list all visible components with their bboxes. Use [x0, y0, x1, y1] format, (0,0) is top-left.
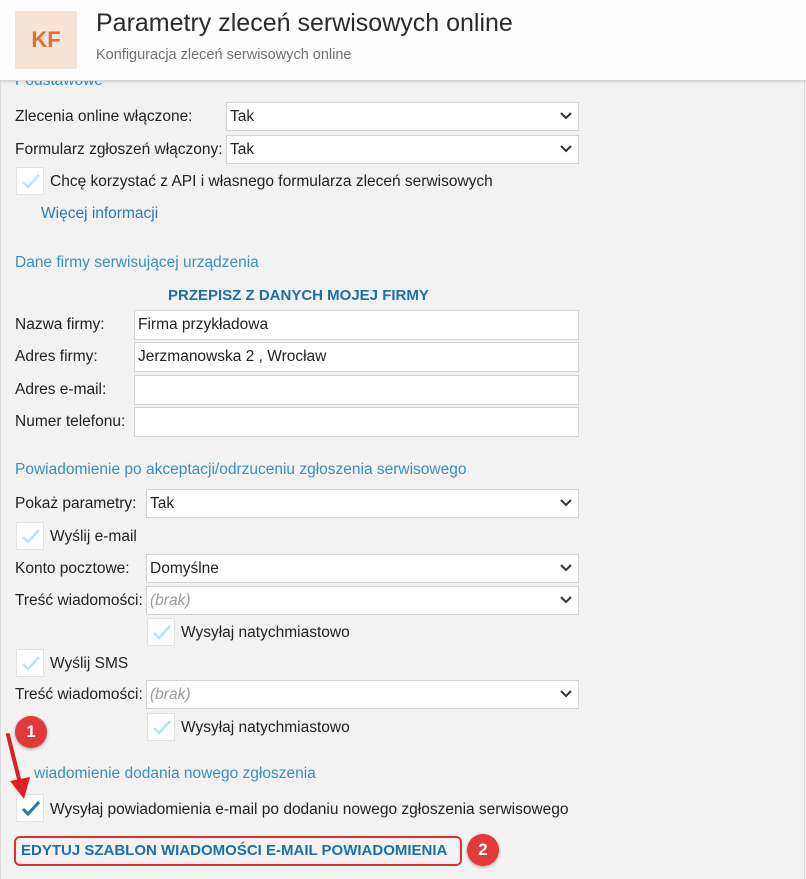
chevron-down-icon: [560, 690, 572, 698]
company-name-label: Nazwa firmy:: [15, 316, 105, 333]
form-enabled-label: Formularz zgłoszeń włączony:: [15, 141, 223, 158]
page-title: Parametry zleceń serwisowych online: [96, 9, 513, 37]
mail-account-label: Konto pocztowe:: [15, 560, 130, 577]
checkmark-icon: [22, 174, 40, 189]
chevron-down-icon: [560, 145, 572, 153]
email-content-value: (brak): [150, 592, 191, 609]
section-title-company: Dane firmy serwisującej urządzenia: [15, 254, 259, 271]
api-checkbox[interactable]: [16, 167, 44, 195]
company-phone-label: Numer telefonu:: [15, 413, 126, 430]
form-enabled-select[interactable]: Tak: [226, 135, 579, 164]
app-logo: KF: [15, 11, 77, 69]
sms-content-label: Treść wiadomości:: [15, 686, 143, 703]
annotation-arrow-icon: [6, 733, 30, 799]
right-border: [804, 0, 805, 879]
page-header: KF Parametry zleceń serwisowych online K…: [0, 0, 806, 81]
send-sms-checkbox[interactable]: [16, 649, 44, 677]
email-content-label: Treść wiadomości:: [15, 592, 143, 609]
chevron-down-icon: [560, 499, 572, 507]
api-checkbox-label: Chcę korzystać z API i własnego formular…: [50, 173, 493, 190]
checkmark-icon: [153, 625, 171, 640]
more-info-link[interactable]: Więcej informacji: [41, 205, 158, 223]
sms-send-now-label: Wysyłaj natychmiastowo: [181, 719, 350, 736]
edit-email-template-button[interactable]: EDYTUJ SZABLON WIADOMOŚCI E-MAIL POWIADO…: [21, 842, 447, 859]
section-title-acceptance: Powiadomienie po akceptacji/odrzuceniu z…: [15, 461, 467, 478]
show-params-label: Pokaż parametry:: [15, 495, 137, 512]
page-subtitle: Konfiguracja zleceń serwisowych online: [96, 47, 352, 63]
company-name-field[interactable]: Firma przykładowa: [134, 310, 579, 340]
notify-new-order-label: Wysyłaj powiadomienia e-mail po dodaniu …: [50, 801, 569, 818]
mail-account-value: Domyślne: [150, 560, 219, 577]
send-email-checkbox[interactable]: [16, 522, 44, 550]
checkmark-icon: [22, 529, 40, 544]
show-params-value: Tak: [150, 495, 175, 512]
checkmark-icon: [22, 656, 40, 671]
sms-content-value: (brak): [150, 686, 191, 703]
mail-account-select[interactable]: Domyślne: [146, 554, 579, 583]
sms-content-select[interactable]: (brak): [146, 680, 579, 709]
company-email-field[interactable]: [134, 375, 579, 405]
company-address-field[interactable]: Jerzmanowska 2 , Wrocław: [134, 342, 579, 372]
email-send-now-label: Wysyłaj natychmiastowo: [181, 624, 350, 641]
chevron-down-icon: [560, 596, 572, 604]
send-email-label: Wyślij e-mail: [50, 528, 137, 545]
online-orders-label: Zlecenia online włączone:: [15, 108, 193, 125]
online-orders-select[interactable]: Tak: [226, 102, 579, 131]
show-params-select[interactable]: Tak: [146, 489, 579, 518]
checkmark-icon: [153, 720, 171, 735]
email-content-select[interactable]: (brak): [146, 586, 579, 615]
online-orders-value: Tak: [230, 108, 255, 125]
company-email-label: Adres e-mail:: [15, 381, 107, 398]
form-enabled-value: Tak: [230, 141, 255, 158]
company-phone-field[interactable]: [134, 407, 579, 437]
copy-company-data-button[interactable]: PRZEPISZ Z DANYCH MOJEJ FIRMY: [168, 287, 429, 304]
send-sms-label: Wyślij SMS: [50, 655, 129, 672]
chevron-down-icon: [560, 112, 572, 120]
sms-send-now-checkbox[interactable]: [147, 713, 175, 741]
chevron-down-icon: [560, 564, 572, 572]
company-address-label: Adres firmy:: [15, 348, 98, 365]
section-title-new-order: wiadomienie dodania nowego zgłoszenia: [34, 765, 316, 782]
annotation-badge-2: 2: [467, 834, 499, 866]
email-send-now-checkbox[interactable]: [147, 618, 175, 646]
